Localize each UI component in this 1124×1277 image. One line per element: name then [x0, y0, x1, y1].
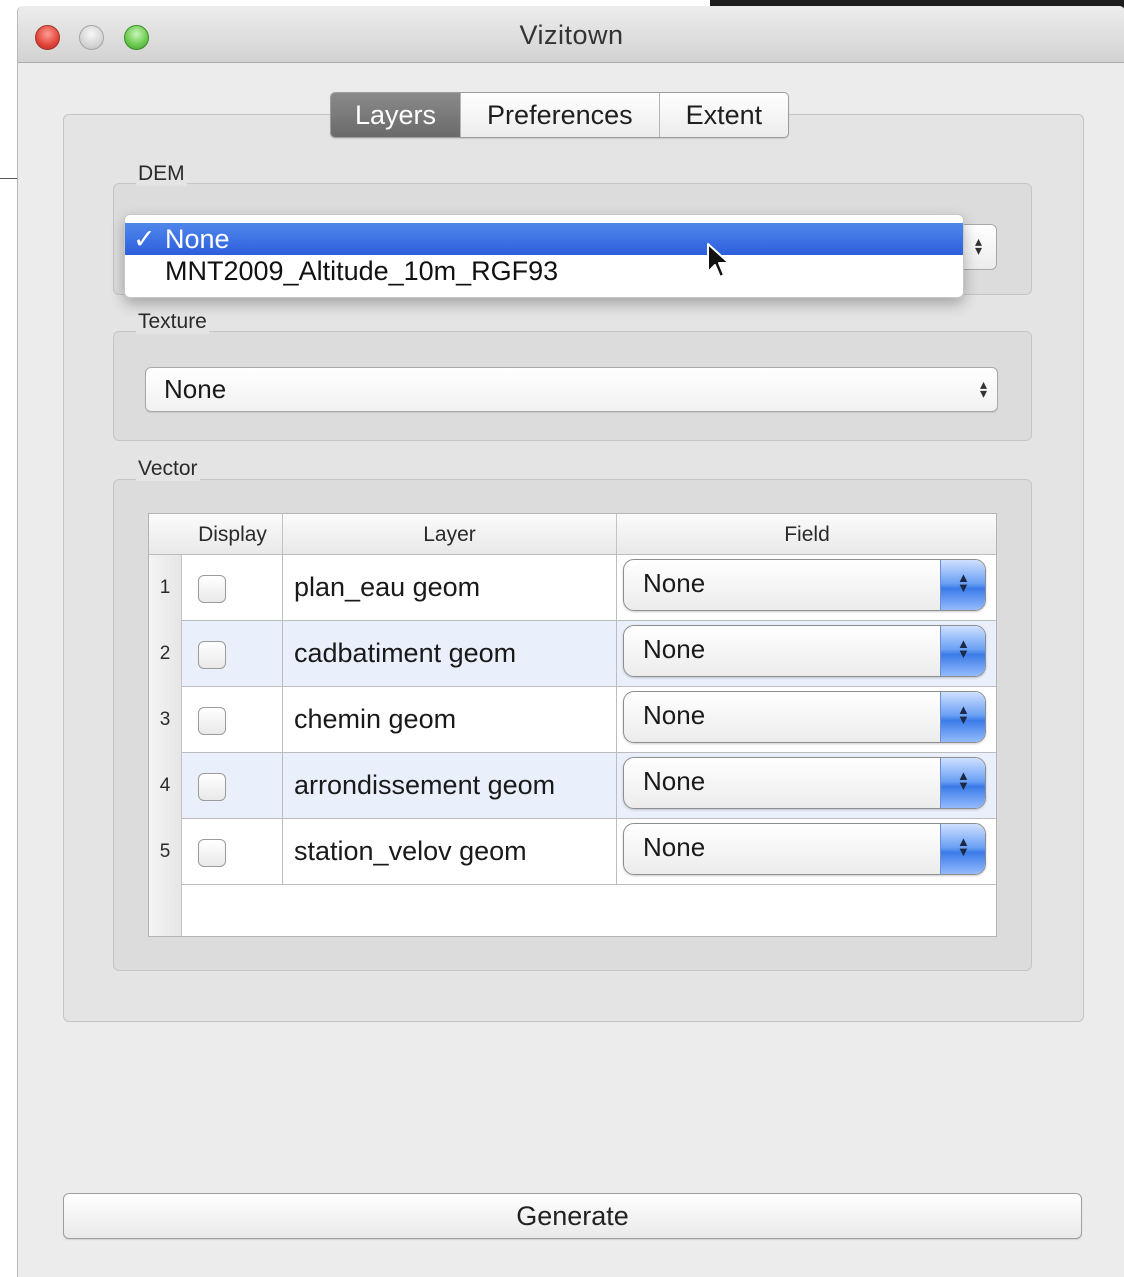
display-cell: [182, 753, 283, 819]
up-down-arrows-icon: ▲ ▼: [957, 768, 970, 793]
display-cell: [182, 819, 283, 885]
vector-layers-table: Display Layer Field 1 plan_eau geom None…: [148, 513, 997, 937]
field-select-value: None: [643, 568, 706, 598]
layer-name: plan_eau geom: [283, 555, 617, 621]
texture-select-value: None: [164, 374, 227, 404]
texture-group-title: Texture: [136, 310, 209, 334]
title-bar[interactable]: Vizitown: [18, 6, 1124, 63]
field-select[interactable]: None ▲ ▼: [623, 691, 986, 743]
field-cell: None ▲ ▼: [617, 687, 997, 753]
layer-name: station_velov geom: [283, 819, 617, 885]
vizitown-window: Vizitown Layers Preferences Extent DEM ▴…: [17, 6, 1124, 1277]
field-select[interactable]: None ▲ ▼: [623, 625, 986, 677]
up-down-arrows-icon: ▲ ▼: [957, 636, 970, 661]
field-select-stepper[interactable]: ▲ ▼: [940, 824, 985, 874]
dem-dropdown-menu: ✓ None MNT2009_Altitude_10m_RGF93: [124, 214, 964, 298]
field-select-value: None: [643, 832, 706, 862]
texture-select[interactable]: None ▴ ▾: [145, 367, 998, 412]
layer-name: arrondissement geom: [283, 753, 617, 819]
row-number: 1: [149, 555, 182, 621]
layer-name: cadbatiment geom: [283, 621, 617, 687]
window-title: Vizitown: [519, 20, 624, 50]
screen: Vizitown Layers Preferences Extent DEM ▴…: [0, 0, 1124, 1277]
empty-row-gutter: [149, 885, 182, 936]
dem-group-title: DEM: [136, 162, 187, 186]
display-checkbox[interactable]: [198, 773, 226, 801]
field-select[interactable]: None ▲ ▼: [623, 757, 986, 809]
tab-preferences[interactable]: Preferences: [461, 93, 660, 137]
column-header-display[interactable]: Display: [149, 514, 283, 554]
up-down-arrows-icon: ▲ ▼: [957, 702, 970, 727]
mouse-pointer-icon: [707, 243, 730, 278]
row-number: 3: [149, 687, 182, 753]
field-cell: None ▲ ▼: [617, 819, 997, 885]
tab-layers[interactable]: Layers: [331, 93, 462, 137]
tab-extent[interactable]: Extent: [660, 93, 789, 137]
display-checkbox[interactable]: [198, 575, 226, 603]
row-number: 2: [149, 621, 182, 687]
dem-option-label: MNT2009_Altitude_10m_RGF93: [165, 256, 559, 286]
up-down-arrows-icon: ▴ ▾: [979, 376, 987, 401]
field-select-value: None: [643, 634, 706, 664]
tab-bar: Layers Preferences Extent: [330, 92, 790, 138]
display-cell: [182, 621, 283, 687]
field-select-stepper[interactable]: ▲ ▼: [940, 692, 985, 742]
background-line: [0, 178, 18, 179]
row-number: 5: [149, 819, 182, 885]
generate-button[interactable]: Generate: [63, 1193, 1082, 1239]
dem-option-none[interactable]: ✓ None: [125, 223, 963, 255]
up-down-arrows-icon: ▴ ▾: [975, 233, 983, 258]
field-select-stepper[interactable]: ▲ ▼: [940, 758, 985, 808]
field-select-value: None: [643, 700, 706, 730]
display-cell: [182, 555, 283, 621]
display-checkbox[interactable]: [198, 707, 226, 735]
table-row: 3 chemin geom None ▲ ▼: [149, 687, 996, 753]
field-cell: None ▲ ▼: [617, 555, 997, 621]
checkmark-icon: ✓: [133, 224, 156, 254]
layer-name: chemin geom: [283, 687, 617, 753]
field-select[interactable]: None ▲ ▼: [623, 823, 986, 875]
column-header-layer[interactable]: Layer: [283, 514, 617, 554]
field-cell: None ▲ ▼: [617, 753, 997, 819]
dem-option-label: None: [165, 224, 230, 254]
field-select[interactable]: None ▲ ▼: [623, 559, 986, 611]
up-down-arrows-icon: ▲ ▼: [957, 834, 970, 859]
row-number: 4: [149, 753, 182, 819]
display-cell: [182, 687, 283, 753]
dem-option-mnt2009[interactable]: MNT2009_Altitude_10m_RGF93: [125, 255, 963, 287]
table-row: 1 plan_eau geom None ▲ ▼: [149, 555, 996, 621]
table-row: 2 cadbatiment geom None ▲ ▼: [149, 621, 996, 687]
field-cell: None ▲ ▼: [617, 621, 997, 687]
field-select-value: None: [643, 766, 706, 796]
up-down-arrows-icon: ▲ ▼: [957, 570, 970, 595]
table-header: Display Layer Field: [149, 514, 996, 555]
display-checkbox[interactable]: [198, 641, 226, 669]
table-row: 4 arrondissement geom None ▲ ▼: [149, 753, 996, 819]
dem-select-stepper[interactable]: ▴ ▾: [960, 224, 997, 270]
field-select-stepper[interactable]: ▲ ▼: [940, 560, 985, 610]
vector-group-title: Vector: [136, 457, 200, 481]
column-header-field[interactable]: Field: [617, 514, 997, 554]
display-checkbox[interactable]: [198, 839, 226, 867]
field-select-stepper[interactable]: ▲ ▼: [940, 626, 985, 676]
table-row: 5 station_velov geom None ▲ ▼: [149, 819, 996, 885]
